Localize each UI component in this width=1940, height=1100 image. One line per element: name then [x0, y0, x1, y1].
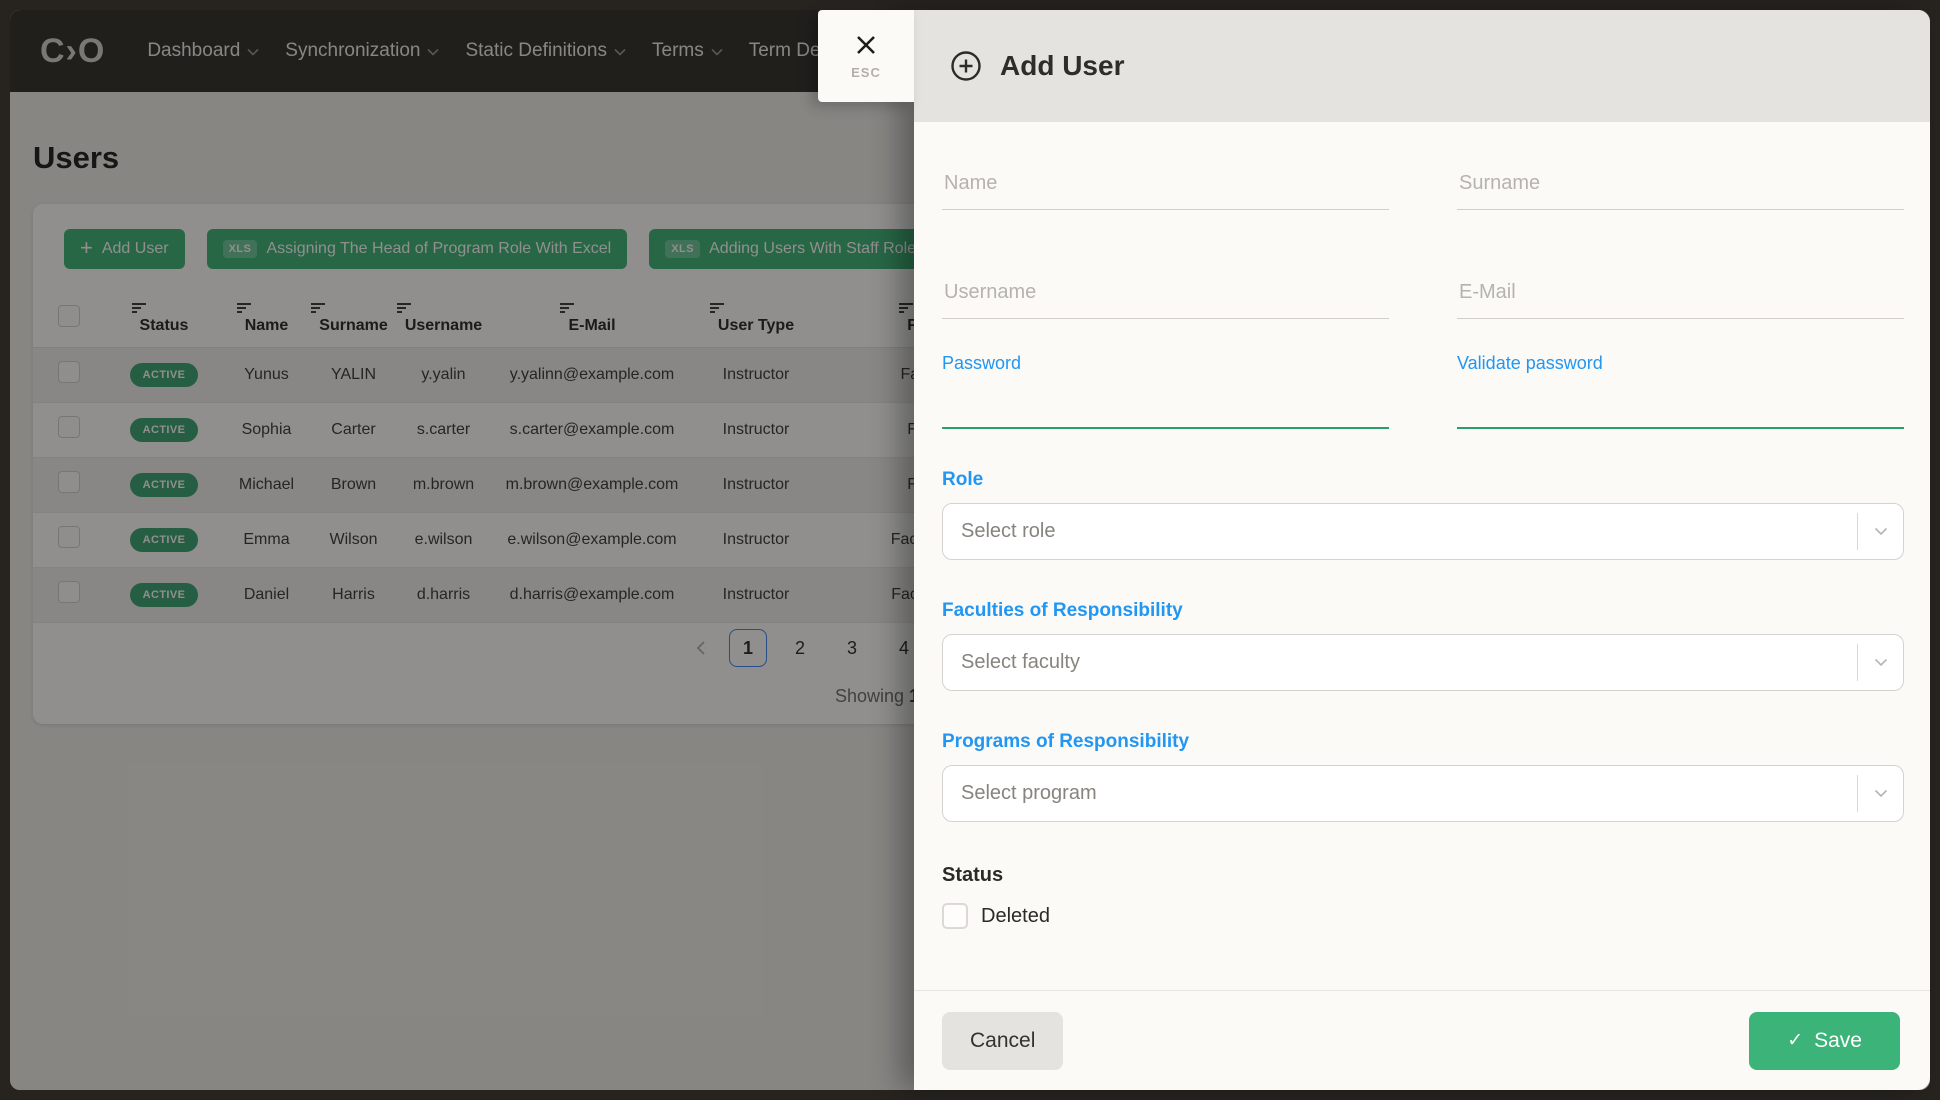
program-select-placeholder: Select program: [961, 782, 1097, 805]
chevron-down-icon: [1874, 527, 1888, 536]
drawer-footer: Cancel ✓ Save: [914, 990, 1930, 1090]
drawer-form: Password Validate password Role Select r…: [914, 122, 1930, 990]
username-input[interactable]: [942, 281, 1389, 319]
status-section-label: Status: [942, 864, 1904, 887]
faculties-label: Faculties of Responsibility: [942, 600, 1904, 622]
chevron-down-icon: [1874, 658, 1888, 667]
validate-password-label: Validate password: [1457, 353, 1904, 374]
faculty-select-placeholder: Select faculty: [961, 651, 1080, 674]
cancel-button[interactable]: Cancel: [942, 1012, 1063, 1070]
chevron-down-icon: [1874, 789, 1888, 798]
esc-label: ESC: [851, 65, 881, 80]
close-icon: [854, 33, 878, 57]
save-button[interactable]: ✓ Save: [1749, 1012, 1900, 1070]
name-input[interactable]: [942, 172, 1389, 210]
password-label: Password: [942, 353, 1389, 374]
check-icon: ✓: [1787, 1029, 1803, 1052]
deleted-checkbox-label: Deleted: [981, 905, 1050, 928]
add-user-drawer: Add User Password Validate pas: [914, 10, 1930, 1090]
drawer-header: Add User: [914, 10, 1930, 122]
surname-input[interactable]: [1457, 172, 1904, 210]
email-input[interactable]: [1457, 281, 1904, 319]
role-select-placeholder: Select role: [961, 520, 1056, 543]
role-label: Role: [942, 469, 1904, 491]
drawer-title: Add User: [1000, 50, 1124, 82]
password-input[interactable]: [942, 382, 1389, 405]
drawer-close-button[interactable]: ESC: [818, 10, 914, 102]
deleted-checkbox[interactable]: [942, 903, 968, 929]
plus-circle-icon: [950, 50, 982, 82]
program-select[interactable]: Select program: [942, 765, 1904, 822]
save-button-label: Save: [1814, 1029, 1862, 1053]
faculty-select[interactable]: Select faculty: [942, 634, 1904, 691]
role-select[interactable]: Select role: [942, 503, 1904, 560]
programs-label: Programs of Responsibility: [942, 731, 1904, 753]
validate-password-input[interactable]: [1457, 382, 1904, 405]
